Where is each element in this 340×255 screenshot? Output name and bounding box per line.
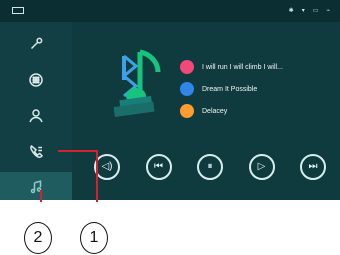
keypad-icon — [27, 71, 45, 94]
previous-icon: ⏮ — [154, 161, 163, 172]
person-icon — [27, 107, 45, 130]
previous-button[interactable]: ⏮ — [145, 154, 172, 180]
play-icon: ▷ — [257, 161, 266, 172]
signal-status-icon: ▾ — [301, 8, 305, 14]
pause-icon: ⏸ — [207, 161, 213, 172]
callout-2-label: 2 — [33, 229, 43, 246]
sidebar-item-call-settings[interactable] — [0, 136, 72, 172]
track-3-title: Delacey — [202, 107, 228, 115]
sidebar-item-music[interactable] — [0, 172, 72, 200]
bluetooth-status-icon: ✱ — [288, 8, 294, 14]
pause-button[interactable]: ⏸ — [197, 154, 223, 180]
track-2-icon — [180, 82, 194, 96]
callout-1-marker: 1 — [80, 222, 108, 254]
wifi-status-icon: ⌁ — [326, 8, 330, 14]
track-row[interactable]: Dream It Possible — [180, 78, 330, 100]
status-right-icons: ✱ ▾ ▭ ⌁ — [289, 7, 330, 14]
callout-1-line-vertical — [96, 150, 98, 202]
callout-1-line-horizontal — [58, 150, 98, 152]
battery-status-icon: ▭ — [312, 8, 319, 14]
callout-2-marker: 2 — [24, 222, 52, 254]
track-2-title: Dream It Possible — [202, 85, 258, 93]
track-1-title: I will run I will climb I will... — [202, 63, 283, 71]
volume-icon: ◁) — [101, 161, 113, 172]
music-main-panel: I will run I will climb I will... Dream … — [72, 22, 340, 200]
car-headunit-screen: ✱ ▾ ▭ ⌁ I will run I will climb I will..… — [0, 0, 340, 200]
sidebar-item-contacts[interactable] — [0, 100, 72, 136]
status-bar: ✱ ▾ ▭ ⌁ — [0, 0, 340, 22]
track-row[interactable]: Delacey — [180, 100, 330, 122]
music-icon — [27, 179, 45, 201]
call-settings-icon — [27, 143, 45, 166]
playback-controls: ◁) ⏮ ⏸ ▷ ⏭ — [94, 154, 326, 180]
wrench-icon — [27, 35, 45, 58]
next-icon: ⏭ — [308, 161, 318, 172]
callout-2-line-vertical — [40, 190, 42, 202]
track-3-icon — [180, 104, 194, 118]
sidebar-item-keypad[interactable] — [0, 64, 72, 100]
album-art — [106, 42, 180, 122]
status-left-icon — [12, 7, 24, 14]
next-button[interactable]: ⏭ — [300, 154, 326, 180]
track-row[interactable]: I will run I will climb I will... — [180, 56, 330, 78]
track-list: I will run I will climb I will... Dream … — [180, 56, 330, 122]
sidebar-item-wrench[interactable] — [0, 28, 72, 64]
play-button[interactable]: ▷ — [248, 154, 275, 180]
callout-1-label: 1 — [89, 229, 99, 246]
sidebar — [0, 22, 72, 200]
track-1-icon — [180, 60, 194, 74]
